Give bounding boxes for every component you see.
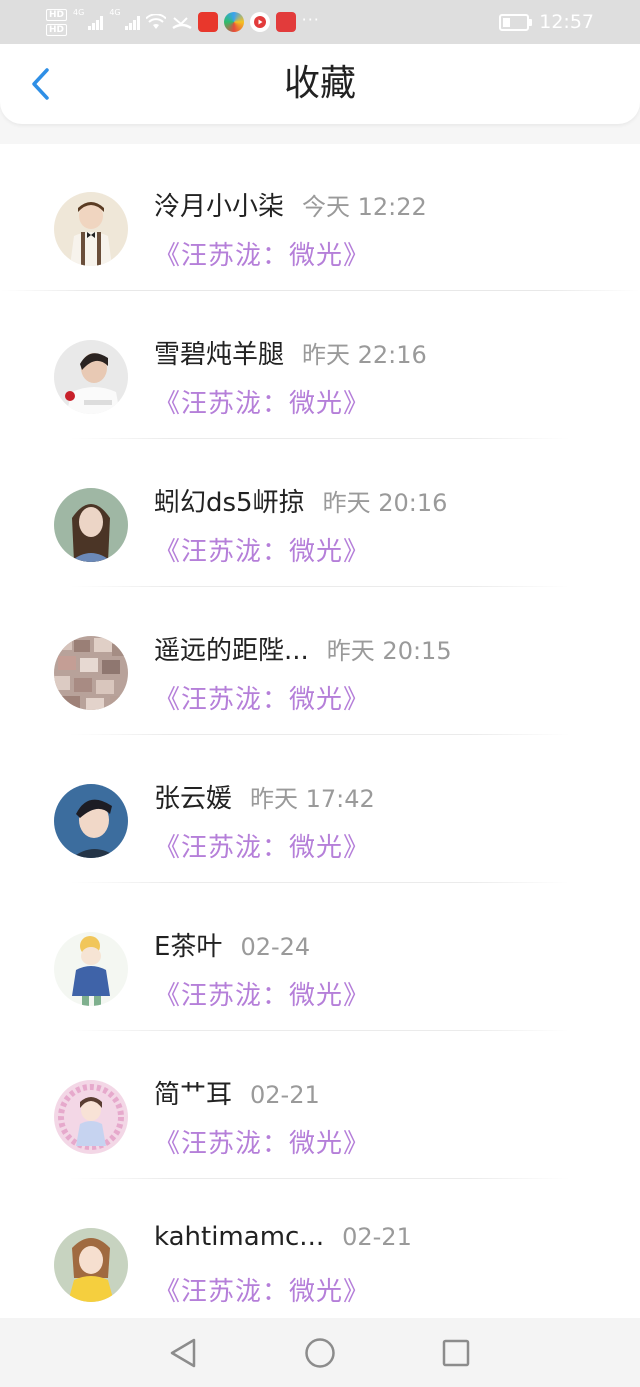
nav-back-button[interactable]: [166, 1336, 200, 1370]
book-title[interactable]: 《汪苏泷：微光》: [154, 1123, 370, 1160]
square-recents-icon: [442, 1339, 470, 1367]
avatar[interactable]: [54, 636, 128, 710]
page-title: 收藏: [283, 63, 356, 104]
missed-call-icon: [171, 17, 192, 30]
timestamp: 02-21: [342, 1223, 412, 1251]
timestamp: 02-24: [240, 933, 311, 961]
user-name: 遥远的距陛... 昨天 20:15: [154, 630, 452, 667]
user-name: E茶叶 02-24: [154, 926, 310, 963]
list-item[interactable]: 遥远的距陛... 昨天 20:15 《汪苏泷：微光》: [0, 588, 640, 736]
signal-icon-2: [124, 14, 140, 30]
triangle-back-icon: [170, 1338, 196, 1368]
avatar[interactable]: [54, 340, 128, 414]
book-title[interactable]: 《汪苏泷：微光》: [154, 827, 370, 864]
avatar[interactable]: [54, 1228, 128, 1302]
avatar[interactable]: [54, 1080, 128, 1154]
avatar[interactable]: [54, 488, 128, 562]
list-item[interactable]: 蚓幻ds5岍掠 昨天 20:16 《汪苏泷：微光》: [0, 440, 640, 588]
user-name-text: 雪碧炖羊腿: [154, 340, 285, 370]
user-name-text: 蚓幻ds5岍掠: [154, 488, 305, 518]
book-title[interactable]: 《汪苏泷：微光》: [154, 975, 370, 1012]
user-name: 简艹耳 02-21: [154, 1074, 320, 1111]
hd-indicator: HD HD: [46, 8, 68, 36]
battery-icon: [499, 13, 533, 31]
circle-home-icon: [305, 1338, 335, 1368]
video-app-icon: [249, 12, 270, 32]
wifi-icon: [145, 14, 166, 29]
favorites-list: 泠月小小柒 今天 12:22 《汪苏泷：微光》 雪碧炖羊腿 昨天 22:16 《汪苏…: [0, 144, 640, 1328]
list-item[interactable]: 泠月小小柒 今天 12:22 《汪苏泷：微光》: [0, 144, 640, 292]
user-name-text: E茶叶: [154, 932, 223, 962]
user-name: 张云媛 昨天 17:42: [154, 778, 375, 815]
user-name: 蚓幻ds5岍掠 昨天 20:16: [154, 482, 447, 519]
nav-home-button[interactable]: [303, 1336, 337, 1370]
timestamp: 今天 12:22: [302, 193, 427, 221]
network-type-1: 4G: [73, 8, 85, 17]
status-time: 12:57: [539, 11, 594, 33]
more-notifications-icon: ···: [301, 9, 320, 29]
avatar[interactable]: [54, 192, 128, 266]
user-name-text: 泠月小小柒: [154, 192, 285, 222]
nav-recents-button[interactable]: [439, 1336, 473, 1370]
user-name-text: 遥远的距陛...: [154, 636, 309, 666]
divider: [70, 1178, 570, 1179]
timestamp: 02-21: [250, 1081, 320, 1109]
battery-level: [503, 17, 511, 27]
user-name: kahtimamc... 02-21: [154, 1222, 412, 1252]
user-name: 雪碧炖羊腿 昨天 22:16: [154, 334, 427, 371]
divider: [70, 586, 570, 587]
system-nav-bar: [0, 1318, 640, 1387]
timestamp: 昨天 22:16: [302, 341, 427, 369]
app-header: 收藏: [0, 44, 640, 124]
avatar[interactable]: [54, 784, 128, 858]
user-name-text: 简艹耳: [154, 1080, 233, 1110]
hd-badge-1: HD: [46, 8, 68, 21]
list-item[interactable]: kahtimamc... 02-21 《汪苏泷：微光》: [0, 1180, 640, 1328]
signal-icon: [88, 14, 104, 30]
book-title[interactable]: 《汪苏泷：微光》: [154, 383, 370, 420]
divider: [70, 734, 570, 735]
status-right: 12:57: [499, 10, 594, 34]
user-name-text: kahtimamc...: [154, 1222, 325, 1252]
book-title[interactable]: 《汪苏泷：微光》: [154, 531, 370, 568]
status-left: HD HD 4G 4G ···: [46, 6, 320, 38]
news-app-icon: [275, 12, 296, 32]
timestamp: 昨天 17:42: [250, 785, 375, 813]
divider: [70, 882, 570, 883]
timestamp: 昨天 20:15: [326, 637, 452, 665]
hd-badge-2: HD: [46, 23, 68, 36]
book-title[interactable]: 《汪苏泷：微光》: [154, 1271, 370, 1308]
divider: [70, 438, 570, 439]
network-type-2: 4G: [109, 8, 121, 17]
book-title[interactable]: 《汪苏泷：微光》: [154, 235, 370, 272]
list-item[interactable]: 张云媛 昨天 17:42 《汪苏泷：微光》: [0, 736, 640, 884]
divider: [0, 290, 640, 291]
timestamp: 昨天 20:16: [322, 489, 448, 517]
user-name: 泠月小小柒 今天 12:22: [154, 186, 427, 223]
list-item[interactable]: 雪碧炖羊腿 昨天 22:16 《汪苏泷：微光》: [0, 292, 640, 440]
divider: [70, 1030, 570, 1031]
toutiao-app-icon: [197, 12, 218, 32]
app-icon-colorful: [223, 12, 244, 32]
avatar[interactable]: [54, 932, 128, 1006]
book-title[interactable]: 《汪苏泷：微光》: [154, 679, 370, 716]
list-item[interactable]: 简艹耳 02-21 《汪苏泷：微光》: [0, 1032, 640, 1180]
list-item[interactable]: E茶叶 02-24 《汪苏泷：微光》: [0, 884, 640, 1032]
user-name-text: 张云媛: [154, 784, 233, 814]
